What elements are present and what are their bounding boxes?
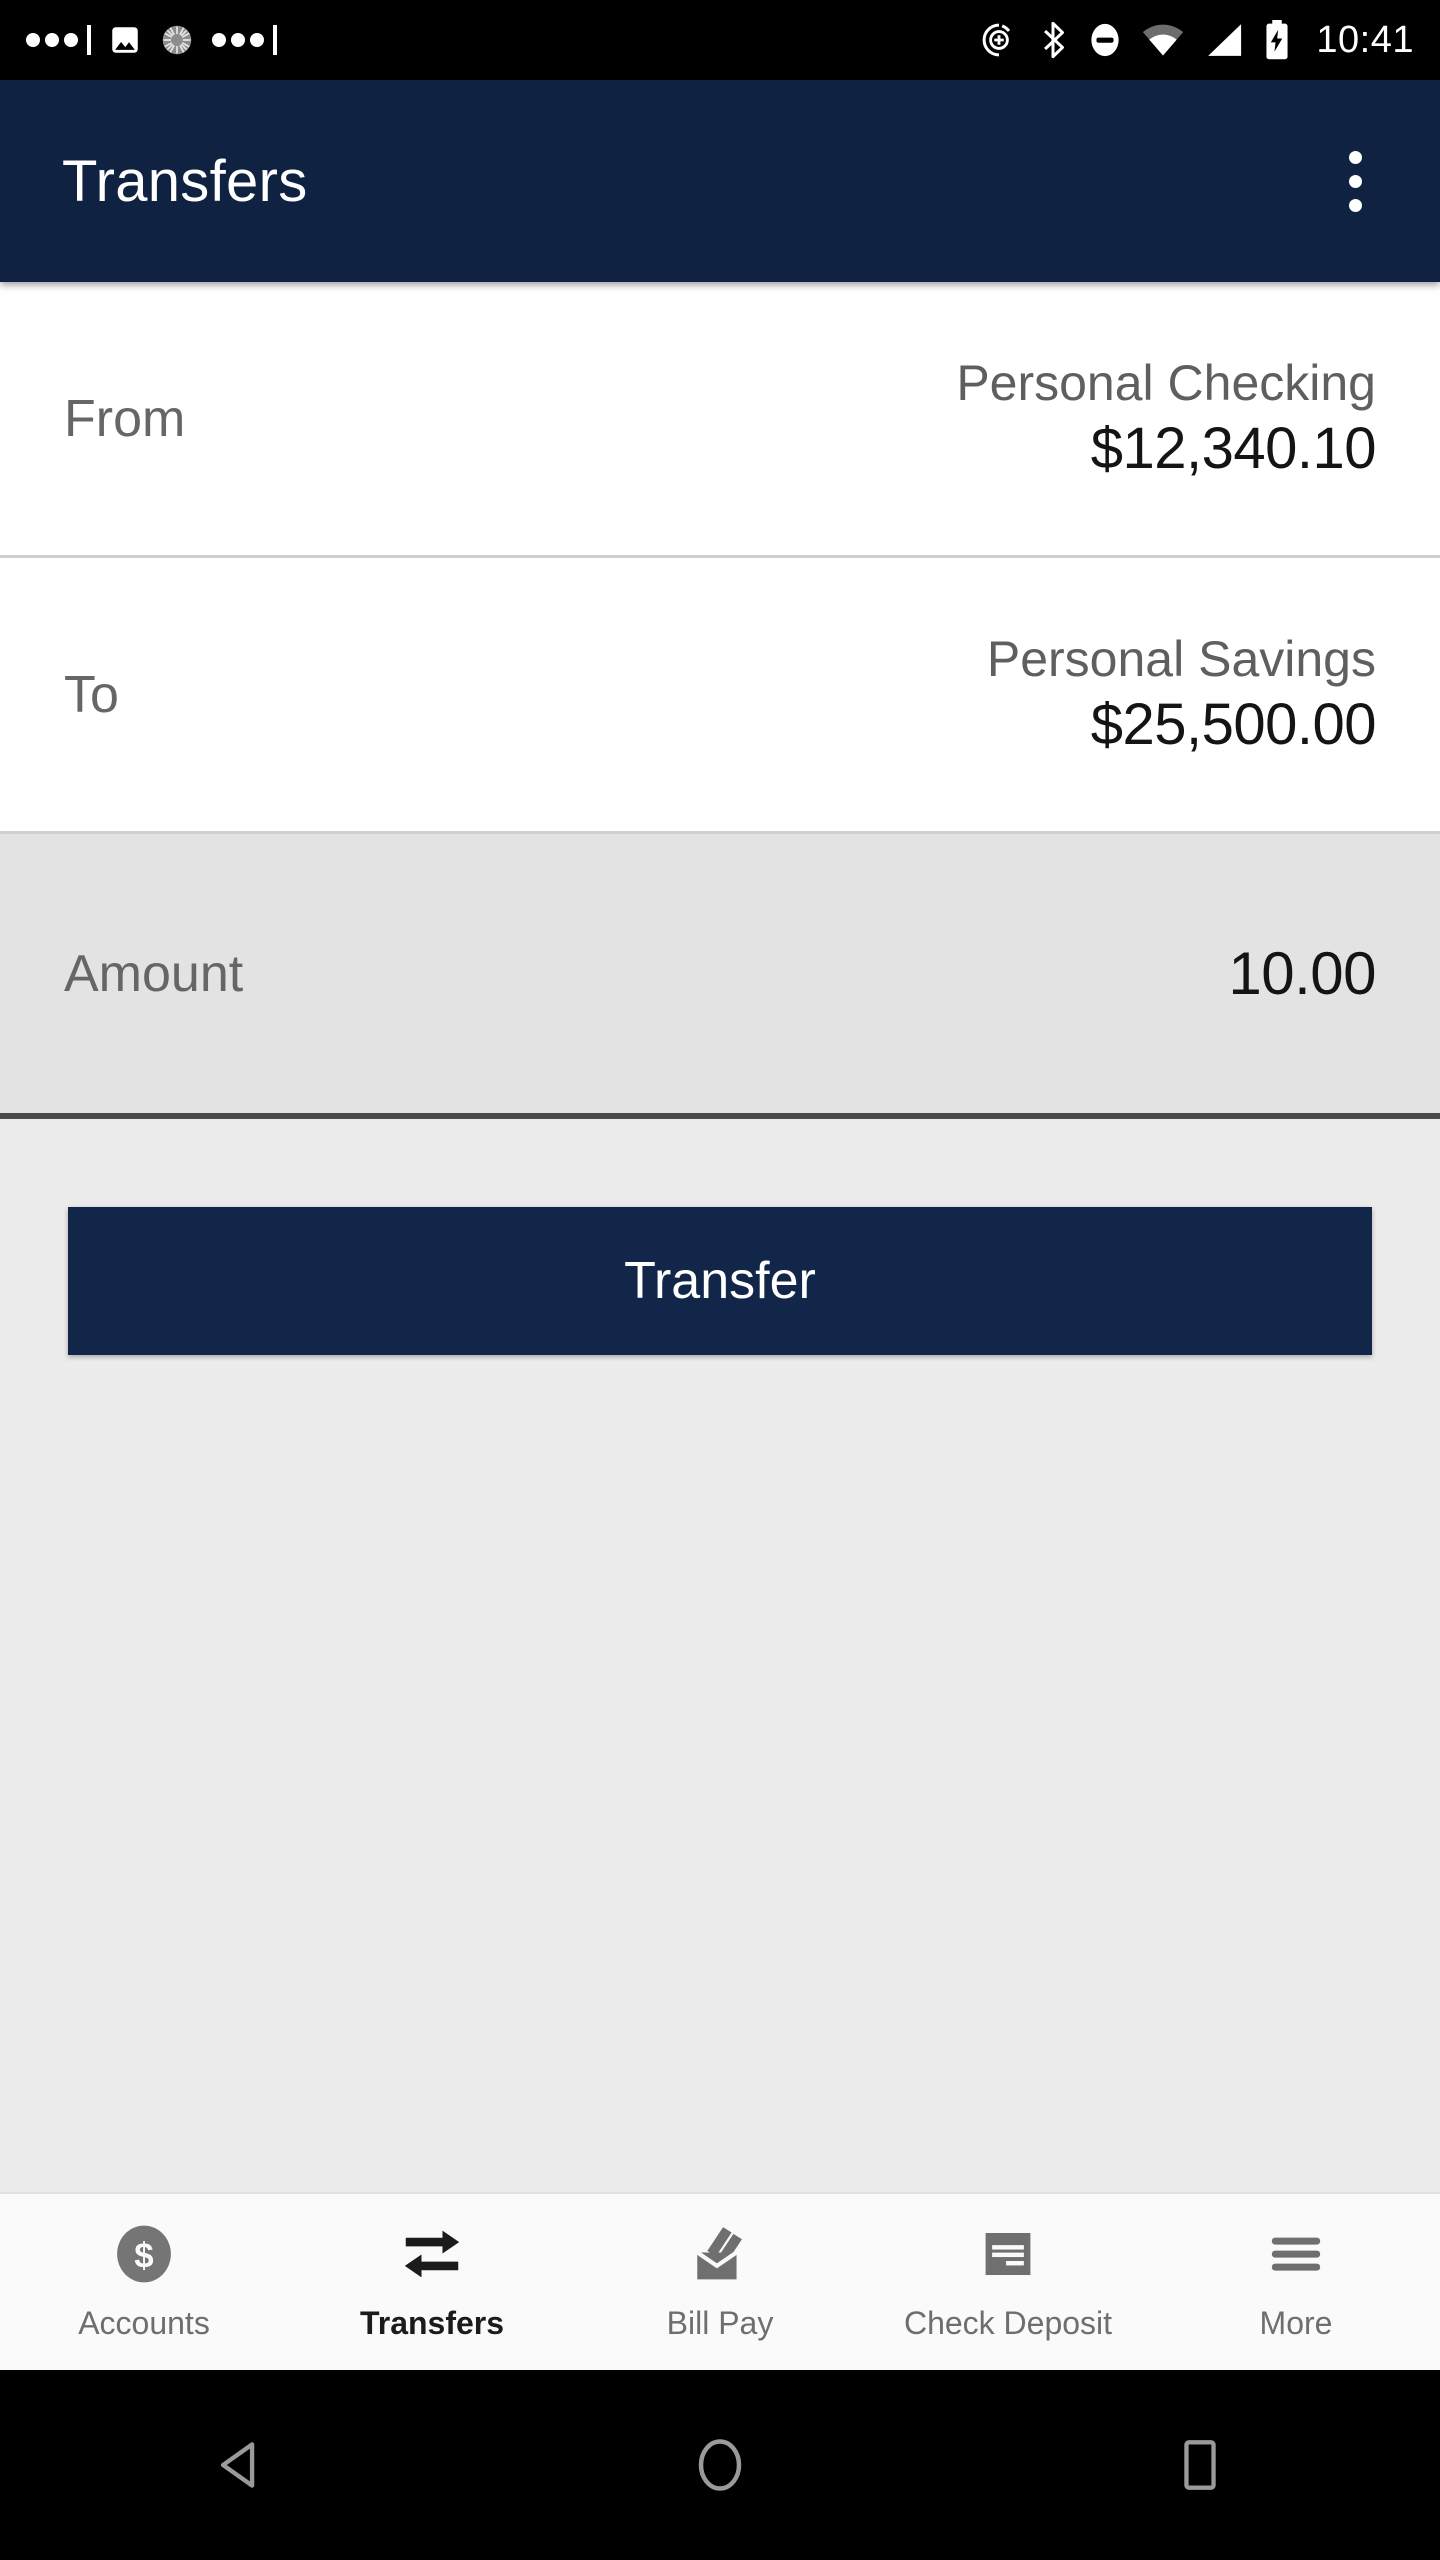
tab-transfers[interactable]: Transfers [288, 2194, 576, 2370]
tab-label-more: More [1259, 2304, 1333, 2341]
from-account-values: Personal Checking $12,340.10 [956, 353, 1376, 485]
to-account-name: Personal Savings [986, 630, 1376, 687]
battery-charging-icon [1266, 20, 1288, 60]
android-nav-bar [0, 2370, 1440, 2560]
tab-label-accounts: Accounts [78, 2304, 210, 2341]
transfer-button-container: Transfer [0, 1119, 1440, 1355]
page-title: Transfers [62, 148, 308, 214]
svg-text:$: $ [134, 2236, 153, 2275]
to-label: To [64, 665, 119, 724]
tab-label-bill-pay: Bill Pay [666, 2304, 774, 2341]
to-account-values: Personal Savings $25,500.00 [986, 629, 1377, 761]
dots-indicator-icon [26, 25, 91, 55]
transfer-arrows-icon [401, 2223, 463, 2285]
tab-more[interactable]: More [1152, 2194, 1440, 2370]
status-bar-left-icons [26, 22, 277, 58]
to-account-row[interactable]: To Personal Savings $25,500.00 [0, 558, 1440, 834]
more-vert-icon[interactable] [1327, 133, 1384, 230]
location-add-icon [983, 23, 1011, 57]
app-bar: Transfers [0, 80, 1440, 282]
bottom-tab-bar: $ Accounts Transfers Bill Pay Check Depo… [0, 2192, 1440, 2370]
home-circle-icon[interactable] [630, 2405, 810, 2525]
bluetooth-icon [1044, 21, 1065, 59]
wifi-icon [1143, 24, 1184, 56]
dollar-circle-icon: $ [113, 2223, 175, 2285]
tab-accounts[interactable]: $ Accounts [0, 2194, 288, 2370]
sync-icon [162, 25, 192, 55]
status-bar-clock: 10:41 [1316, 18, 1414, 61]
tab-check-deposit[interactable]: Check Deposit [864, 2194, 1152, 2370]
from-account-name: Personal Checking [956, 354, 1376, 411]
amount-row[interactable]: Amount 10.00 [0, 834, 1440, 1119]
tab-label-check-deposit: Check Deposit [903, 2304, 1113, 2341]
image-icon [112, 27, 138, 53]
dots-indicator-icon [212, 25, 277, 55]
status-bar-right-icons: 10:41 [980, 19, 1414, 62]
tab-label-transfers: Transfers [359, 2304, 505, 2341]
amount-input[interactable]: 10.00 [1228, 939, 1376, 1008]
back-triangle-icon[interactable] [150, 2405, 330, 2525]
hamburger-menu-icon [1267, 2223, 1325, 2285]
tab-bill-pay[interactable]: Bill Pay [576, 2194, 864, 2370]
check-document-icon [980, 2223, 1036, 2285]
phone-screen: 10:41 Transfers From Personal Checking $… [0, 0, 1440, 2560]
status-bar: 10:41 [0, 0, 1440, 80]
recents-square-icon[interactable] [1110, 2405, 1290, 2525]
transfer-button[interactable]: Transfer [68, 1207, 1372, 1355]
cellular-signal-icon [1208, 24, 1242, 56]
from-account-balance: $12,340.10 [1090, 415, 1377, 481]
do-not-disturb-icon [1091, 23, 1120, 57]
amount-label: Amount [64, 944, 244, 1003]
to-account-balance: $25,500.00 [1090, 691, 1377, 757]
envelope-pen-icon [689, 2223, 751, 2285]
from-account-row[interactable]: From Personal Checking $12,340.10 [0, 282, 1440, 558]
from-label: From [64, 389, 186, 448]
transfer-form: From Personal Checking $12,340.10 To Per… [0, 282, 1440, 2192]
